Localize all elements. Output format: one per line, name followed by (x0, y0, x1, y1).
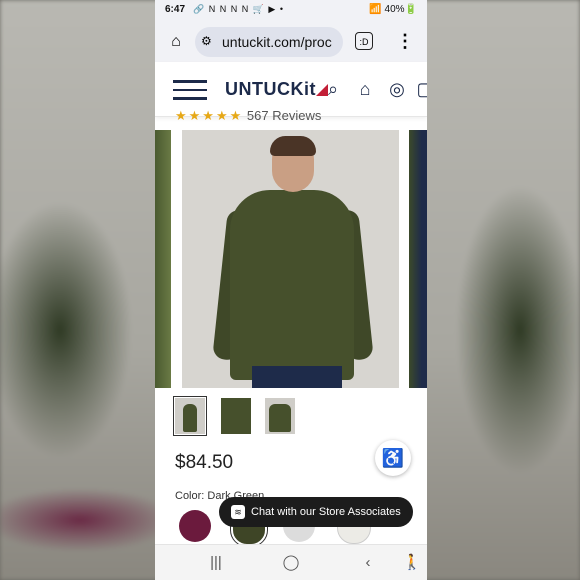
accessibility-nav-icon[interactable]: 🚶 (397, 553, 427, 573)
back-icon[interactable]: ‹ (353, 553, 383, 573)
status-bar: 6:47 🔗 N N N N 🛒 ▶ • 📶 40%🔋 (155, 0, 427, 22)
chat-button[interactable]: ≋ Chat with our Store Associates (219, 497, 413, 527)
product-image-carousel[interactable] (155, 130, 427, 388)
site-settings-icon[interactable]: ⚙ (201, 34, 212, 48)
account-icon[interactable]: ◎ (385, 77, 409, 101)
accessibility-icon[interactable]: ♿ (375, 440, 411, 476)
thumbnail-3[interactable] (265, 398, 295, 434)
address-bar[interactable]: ⚙ untuckit.com/proc (195, 27, 343, 57)
tabs-button[interactable]: :D (355, 32, 373, 50)
home-nav-icon[interactable]: ◯ (276, 553, 306, 573)
reviews-count: 567 Reviews (246, 108, 322, 123)
hamburger-menu-icon[interactable] (173, 80, 207, 100)
product-rating[interactable]: ★★★★★ 567 Reviews (175, 108, 321, 124)
browser-menu-icon[interactable]: ⋮ (395, 30, 415, 54)
recents-icon[interactable]: ||| (201, 553, 231, 573)
chat-label: Chat with our Store Associates (251, 506, 401, 518)
bag-icon[interactable]: ▢ (413, 77, 427, 101)
product-main-image[interactable] (182, 130, 399, 388)
swatch-burgundy[interactable] (179, 510, 211, 542)
status-time: 6:47 (165, 4, 186, 15)
site-logo[interactable]: UNTUCKit (225, 79, 328, 100)
previous-slide-image[interactable] (155, 130, 171, 388)
thumbnail-1[interactable] (173, 396, 207, 436)
store-icon[interactable]: ⌂ (353, 77, 377, 101)
product-price: $84.50 (175, 452, 234, 473)
system-navigation-bar: ||| ◯ ‹ 🚶 (155, 544, 427, 580)
browser-toolbar: ⌂ ⚙ untuckit.com/proc :D ⋮ (155, 22, 427, 62)
chat-icon: ≋ (231, 505, 245, 519)
search-icon[interactable]: ⌕ (321, 77, 345, 101)
phone-screen: 6:47 🔗 N N N N 🛒 ▶ • 📶 40%🔋 ⌂ ⚙ untuckit… (155, 0, 427, 580)
rating-stars: ★★★★★ (175, 108, 244, 123)
system-status-icons: 📶 40%🔋 (369, 4, 417, 15)
home-icon[interactable]: ⌂ (165, 31, 187, 53)
url-text: untuckit.com/proc (222, 34, 332, 50)
logo-text: UNTUCKit (225, 79, 316, 99)
notification-icons: 🔗 N N N N 🛒 ▶ • (193, 4, 284, 14)
thumbnail-2[interactable] (221, 398, 251, 434)
next-slide-image[interactable] (409, 130, 427, 388)
